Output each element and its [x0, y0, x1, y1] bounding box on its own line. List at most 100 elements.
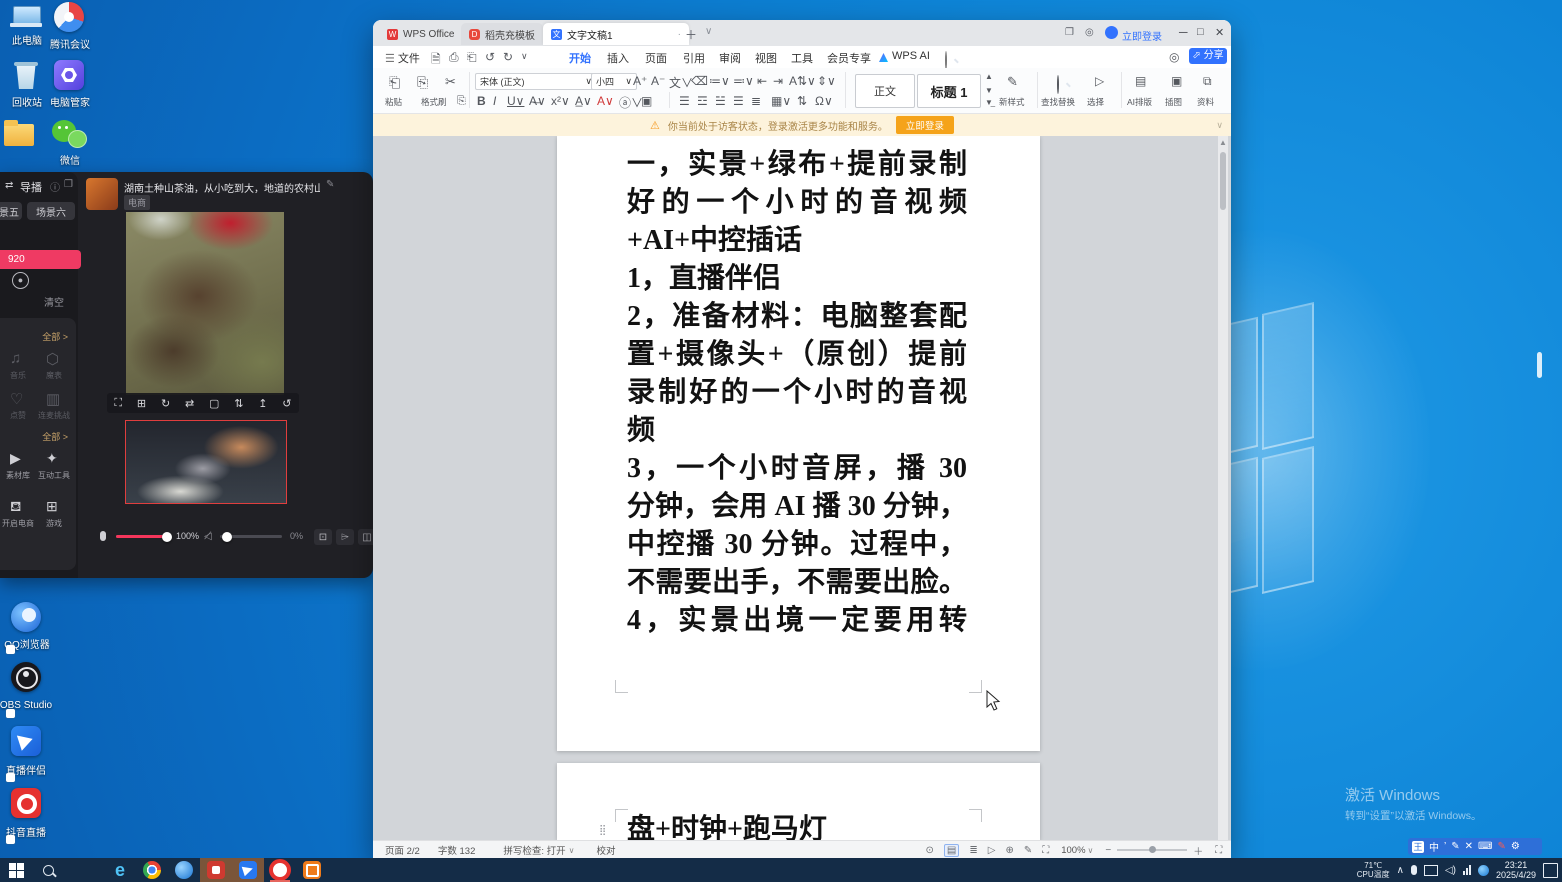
phonetic-icon[interactable]: 文∨ [669, 74, 693, 91]
decrease-font-icon[interactable]: A⁻ [651, 74, 665, 88]
magic-face-icon[interactable]: ⬡ [46, 350, 59, 368]
paste-icon[interactable]: ⎗ [389, 74, 400, 91]
tray-expand-icon[interactable]: ∧ [1397, 865, 1404, 876]
skin-icon[interactable]: ◎ [1085, 27, 1094, 38]
find-replace-icon[interactable] [1057, 75, 1059, 94]
collapse-notice-icon[interactable]: ∨ [1216, 120, 1223, 131]
desktop-icon-wechat[interactable]: 微信 [50, 116, 90, 166]
speaker-muted-icon[interactable]: ◁̸ [204, 531, 212, 542]
taskbar-live-companion[interactable] [232, 858, 264, 882]
align-left-icon[interactable]: ☰ [679, 94, 690, 108]
ime-skin-brush-icon[interactable]: ✎ [1497, 841, 1505, 852]
desktop-icon-obs-studio[interactable]: OBS Studio [8, 660, 44, 716]
avatar[interactable] [1105, 26, 1118, 39]
info-icon[interactable]: ⓘ [50, 179, 60, 194]
ime-logo-icon[interactable]: 王 [1412, 841, 1424, 853]
paragraph-drag-handle[interactable]: ⣿ [599, 825, 607, 836]
font-color-icon[interactable]: A∨ [597, 94, 614, 108]
fullscreen-icon[interactable]: ⛶ [1215, 845, 1222, 856]
display-tray-icon[interactable] [1424, 865, 1438, 876]
word-count[interactable]: 字数 132 [438, 843, 476, 857]
select-icon[interactable]: ▷ [1095, 74, 1104, 88]
menu-view[interactable]: 视图 [755, 50, 777, 66]
increase-indent-icon[interactable]: ⇥ [773, 74, 783, 88]
notice-login-button[interactable]: 立即登录 [896, 116, 954, 134]
zoom-out-icon[interactable]: − [1105, 845, 1111, 856]
crop-icon[interactable]: ▢ [209, 397, 219, 410]
scrollbar-thumb[interactable] [1220, 152, 1226, 210]
cut-icon[interactable]: ✂ [445, 74, 456, 90]
symbol-icon[interactable]: Ω∨ [815, 94, 833, 108]
increase-font-icon[interactable]: A⁺ [633, 74, 647, 88]
fit-page-icon[interactable]: ⛶ [1042, 845, 1049, 856]
char-border-icon[interactable]: ▣ [641, 94, 652, 108]
proofread-button[interactable]: 校对 [597, 843, 616, 857]
style-gallery-down-icon[interactable]: ▼ [985, 86, 993, 95]
page-view-icon[interactable]: ▤ [944, 844, 959, 857]
desktop-icon-qq-browser[interactable]: QQ浏览器 [8, 600, 44, 652]
mic-icon[interactable] [100, 531, 106, 541]
taskbar-edge[interactable]: e [104, 858, 136, 882]
char-shading-icon[interactable]: ⓐ∨ [619, 94, 643, 111]
new-style-label[interactable]: 新样式 [999, 96, 1025, 108]
notification-center-icon[interactable] [1543, 863, 1558, 878]
export-icon[interactable]: ↥ [258, 397, 267, 410]
new-tab-button[interactable]: ＋ [685, 26, 697, 43]
desktop-icon-douyin-live[interactable]: 抖音直播 [8, 786, 44, 842]
menu-review[interactable]: 审阅 [719, 50, 741, 66]
mic-slider-knob[interactable] [162, 532, 172, 542]
ecommerce-cart-icon[interactable]: ⛾ [10, 498, 21, 517]
clipboard-launcher-icon[interactable]: ⎘ [457, 95, 466, 108]
all-link-bottom[interactable]: 全部 > [42, 430, 68, 443]
print-icon[interactable]: ⎙ [449, 50, 459, 65]
maximize-button[interactable]: □ [1197, 26, 1204, 38]
game-icon[interactable]: ⊞ [46, 498, 58, 515]
clear-button[interactable]: 清空 [44, 294, 64, 309]
shading-icon[interactable]: ▦∨ [771, 94, 791, 108]
ai-layout-icon[interactable]: ▤ [1135, 74, 1146, 88]
desktop-icon-this-pc[interactable]: 此电脑 [8, 2, 46, 54]
taskbar-browser360[interactable] [168, 858, 200, 882]
scene-tab-partial[interactable]: 场景五 [0, 202, 22, 220]
ime-close-icon[interactable]: ✕ [1465, 841, 1473, 852]
fullscreen-icon[interactable]: ⛶ [114, 397, 122, 410]
scene-tab-active[interactable]: 场景六 [27, 202, 75, 220]
align-right-icon[interactable]: ☱ [715, 94, 726, 108]
visibility-icon[interactable]: ◎ [1169, 50, 1179, 64]
font-name-select[interactable]: 宋体 (正文)∨ [475, 73, 597, 90]
minimize-button[interactable]: ─ [1179, 25, 1188, 39]
ime-punctuation-icon[interactable]: ’ [1444, 841, 1446, 852]
eye-protect-icon[interactable]: ⊙ [926, 845, 934, 856]
zoom-value[interactable]: 100% [1061, 845, 1085, 856]
start-button[interactable] [0, 858, 32, 882]
desktop-icon-recycle-bin[interactable]: 回收站 [8, 60, 46, 114]
music-icon[interactable]: ♫ [10, 350, 21, 367]
menu-insert[interactable]: 插入 [607, 50, 629, 66]
edit-mode-icon[interactable]: ✎ [1024, 845, 1032, 856]
close-button[interactable]: ✕ [1215, 26, 1224, 39]
paste-label[interactable]: 粘贴 [385, 96, 402, 108]
style-gallery-up-icon[interactable]: ▲ [985, 72, 993, 81]
resolution-badge[interactable]: 920 [0, 250, 81, 269]
resource-label[interactable]: 资料 [1197, 96, 1214, 108]
desktop-icon-meeting-app[interactable]: 腾讯会议 [50, 0, 90, 54]
copy-icon[interactable]: ⎘ [417, 74, 428, 91]
sort-icon[interactable]: ⇅ [797, 94, 807, 108]
edit-title-icon[interactable]: ✎ [326, 179, 334, 190]
spellcheck-status[interactable]: 拼写检查: 打开 [503, 843, 565, 857]
justify-icon[interactable]: ☰ [733, 94, 744, 108]
illustration-label[interactable]: 插图 [1165, 96, 1182, 108]
share-button[interactable]: ⬀ 分享 [1189, 48, 1227, 64]
align-center-icon[interactable]: ☲ [697, 94, 708, 108]
all-link-top[interactable]: 全部 > [42, 330, 68, 343]
tab-list-button[interactable]: ∨ [705, 26, 712, 37]
switch-icon[interactable]: ⇄ [5, 180, 13, 191]
strikethrough-icon[interactable]: A̶∨ [529, 94, 546, 108]
desktop-icon-folder[interactable] [2, 118, 36, 158]
docer-tab[interactable]: D 稻壳充模板 [461, 23, 543, 45]
media-library-icon[interactable]: ▶ [10, 450, 21, 467]
menu-wps-ai[interactable]: WPS AI [892, 50, 930, 62]
undo-icon[interactable]: ↺ [485, 50, 495, 64]
zoom-slider[interactable] [1117, 849, 1187, 851]
ime-keyboard-icon[interactable]: ⌨ [1478, 841, 1492, 852]
